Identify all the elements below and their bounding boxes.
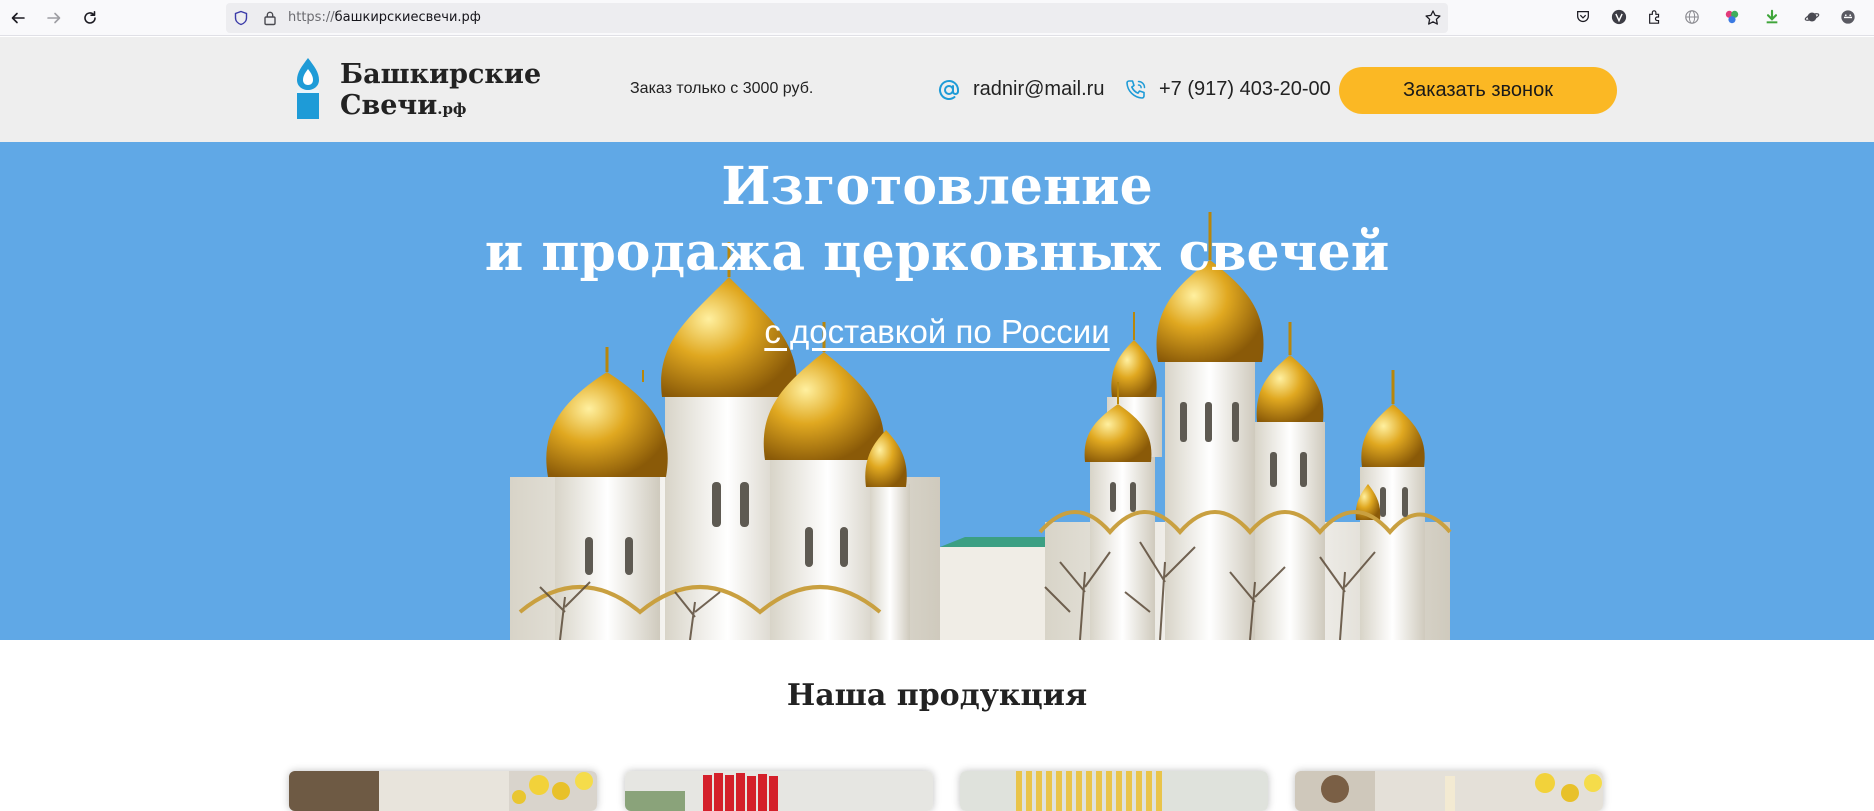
phone-icon [1126,80,1146,99]
site-header: Башкирские Свечи.рф Заказ только с 3000 … [0,37,1874,142]
account-extension-icon[interactable] [1839,8,1857,26]
logo-line-2: Свечи.рф [340,90,467,121]
product-card-candles-basket[interactable] [289,771,597,811]
translate-globe-icon[interactable] [1683,8,1701,26]
lock-icon[interactable] [262,10,278,26]
hero-banner: Изготовление и продажа церковных свечей … [0,142,1874,640]
request-call-button[interactable]: Заказать звонок [1339,67,1617,114]
pocket-icon[interactable] [1574,8,1592,26]
bookmark-star-icon[interactable] [1424,9,1442,27]
product-image [960,771,1268,811]
product-image [289,771,597,811]
email-link[interactable]: radnir@mail.ru [973,78,1104,101]
product-card-yellow-candles[interactable] [960,771,1268,811]
product-card-red-candles[interactable] [625,771,933,811]
logo-line-1: Башкирские [340,59,542,90]
product-image [625,771,933,811]
colorful-extension-icon[interactable] [1723,8,1741,26]
site-logo-text[interactable]: Башкирские Свечи.рф [340,59,541,125]
hero-title-line-2: и продажа церковных свечей [484,222,1390,283]
back-icon[interactable] [6,6,30,30]
browser-toolbar: https://башкирскиесвечи.рф [0,0,1874,36]
minimum-order-note: Заказ только с 3000 руб. [630,80,814,97]
email-at-icon [939,79,959,100]
planet-extension-icon[interactable] [1803,8,1821,26]
shield-icon[interactable] [233,10,249,26]
forward-icon[interactable] [42,6,66,30]
product-card-candles-flowers[interactable] [1295,771,1603,811]
vpn-extension-icon[interactable] [1610,8,1628,26]
product-image [1295,771,1603,811]
extensions-puzzle-icon[interactable] [1646,8,1664,26]
logo-domain-suffix: .рф [437,100,467,118]
candle-logo-icon[interactable] [292,57,324,119]
hero-delivery-link[interactable]: с доставкой по России [764,313,1109,350]
address-bar[interactable]: https://башкирскиесвечи.рф [226,3,1448,33]
hero-title-line-1: Изготовление [721,156,1153,217]
url-text[interactable]: https://башкирскиесвечи.рф [288,10,481,25]
phone-link[interactable]: +7 (917) 403-20-00 [1159,78,1331,101]
download-extension-icon[interactable] [1763,8,1781,26]
products-section-title: Наша продукция [786,678,1088,713]
hero-subtitle: с доставкой по России [0,313,1874,351]
reload-icon[interactable] [78,6,102,30]
